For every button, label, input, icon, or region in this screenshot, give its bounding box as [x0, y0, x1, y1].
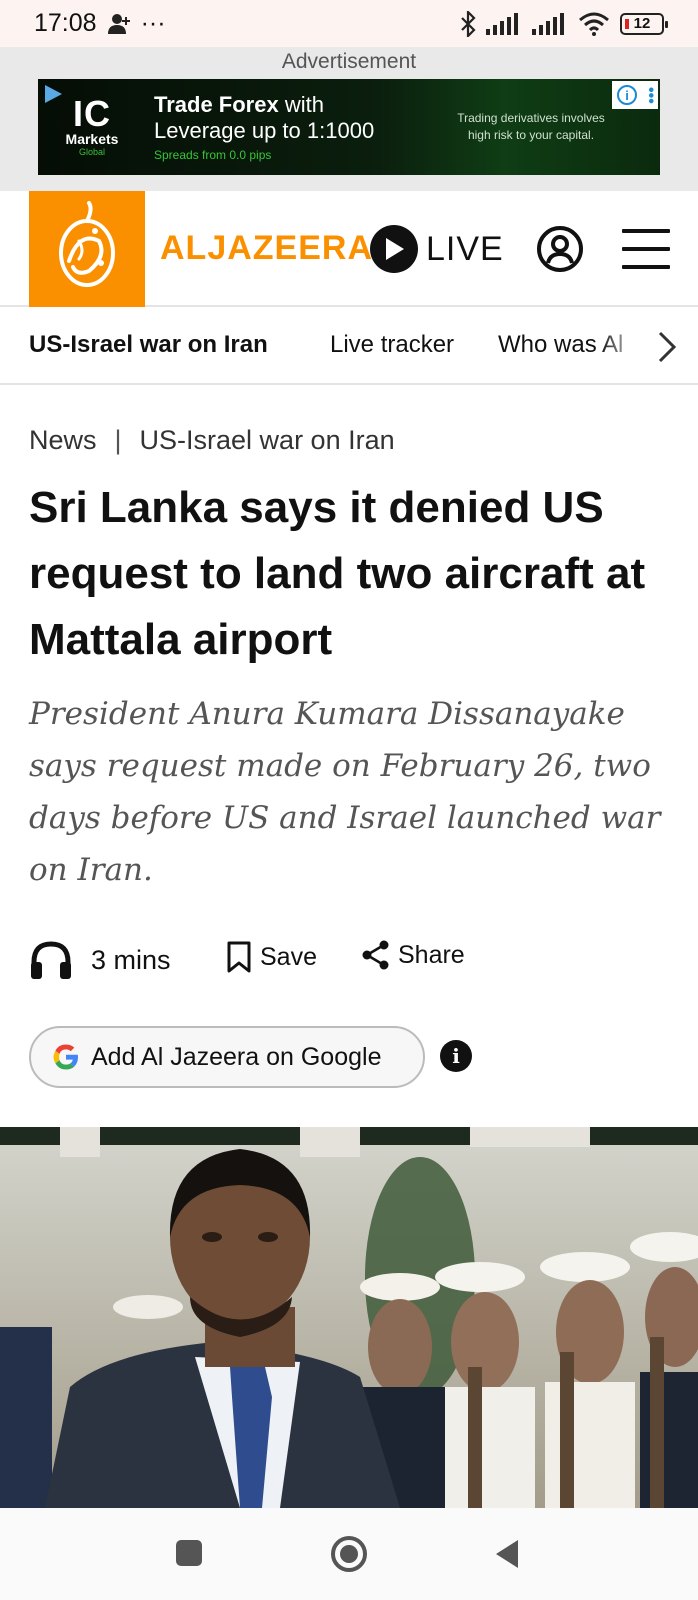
save-label: Save	[260, 942, 317, 971]
signal-icon	[486, 12, 518, 35]
article-hero-image[interactable]	[0, 1127, 698, 1508]
live-label: LIVE	[426, 229, 504, 268]
listen-duration: 3 mins	[91, 944, 171, 975]
system-nav-bar	[0, 1508, 698, 1600]
bookmark-icon	[227, 941, 251, 973]
ad-risk-warning: Trading derivatives involves high risk t…	[457, 111, 605, 142]
live-button[interactable]: LIVE	[370, 225, 504, 273]
topic-nav-item-live-tracker[interactable]: Live tracker	[330, 331, 454, 359]
ad-logo: IC Markets Global	[38, 79, 146, 175]
breadcrumb-topic[interactable]: US-Israel war on Iran	[140, 425, 395, 455]
battery-level: 12	[633, 15, 651, 32]
ad-area: Advertisement IC Markets Global Trade Fo…	[0, 47, 698, 191]
breadcrumb: News | US-Israel war on Iran	[29, 425, 395, 456]
ad-label: Advertisement	[281, 50, 417, 73]
bluetooth-icon	[461, 10, 476, 37]
home-icon[interactable]	[330, 1535, 368, 1573]
ad-banner[interactable]: IC Markets Global Trade Forex with Lever…	[38, 79, 660, 175]
breadcrumb-separator: |	[114, 425, 122, 455]
article-actions: 3 mins Save Share	[29, 940, 669, 990]
article-headline: Sri Lanka says it denied US request to l…	[29, 483, 646, 664]
brand-wordmark[interactable]: ALJAZEERA	[160, 229, 373, 268]
status-more: ···	[140, 9, 166, 37]
google-g-icon	[53, 1044, 78, 1070]
save-button[interactable]: Save	[226, 940, 317, 974]
ad-headline-bold: Trade Forex	[154, 92, 279, 117]
aljazeera-emblem-icon	[59, 201, 115, 287]
ad-info-controls[interactable]: i •••	[612, 81, 659, 109]
person-add-icon	[107, 13, 130, 34]
topic-nav: US-Israel war on Iran Live tracker Who w…	[0, 309, 698, 385]
headphones-icon	[31, 941, 71, 979]
status-bar: 17:08 ··· 12	[0, 0, 698, 47]
share-label: Share	[398, 940, 465, 969]
topic-nav-fade	[600, 309, 660, 383]
breadcrumb-category[interactable]: News	[29, 425, 97, 455]
site-header: ALJAZEERA LIVE	[0, 191, 698, 307]
ad-logo-ic: IC	[73, 93, 111, 134]
ad-logo-global: Global	[78, 147, 105, 157]
signal-icon-2	[532, 12, 564, 35]
ad-more-icon[interactable]: •••	[642, 87, 659, 104]
add-on-google-button[interactable]: Add Al Jazeera on Google	[29, 1026, 425, 1088]
share-button[interactable]: Share	[362, 940, 465, 970]
chevron-right-icon[interactable]	[652, 329, 682, 365]
listen-button[interactable]: 3 mins	[29, 940, 171, 980]
back-icon[interactable]	[492, 1538, 522, 1570]
ad-spreads: Spreads from 0.0 pips	[154, 148, 272, 162]
battery-icon: 12	[620, 12, 668, 35]
ad-info-icon[interactable]: i	[617, 85, 637, 105]
ad-leverage: Leverage up to 1:1000	[154, 118, 375, 143]
recents-icon[interactable]	[174, 1538, 204, 1568]
account-icon[interactable]	[536, 225, 584, 273]
ad-copy: Trade Forex with Leverage up to 1:1000 S…	[146, 92, 446, 162]
play-icon	[370, 225, 418, 273]
hero-photo-illustration	[0, 1127, 698, 1508]
add-on-google-label: Add Al Jazeera on Google	[91, 1042, 382, 1071]
article-standfirst: President Anura Kumara Dissanayake says …	[29, 696, 661, 888]
info-icon[interactable]: i	[440, 1040, 472, 1072]
ad-headline-rest: with	[278, 92, 324, 117]
aljazeera-logo[interactable]	[29, 191, 145, 307]
status-time: 17:08	[34, 9, 97, 37]
ad-logo-markets: Markets	[65, 131, 119, 147]
info-icon-glyph: i	[452, 1044, 460, 1068]
wifi-icon	[579, 12, 609, 36]
topic-nav-item-us-israel-war[interactable]: US-Israel war on Iran	[29, 331, 268, 359]
adchoices-icon	[45, 85, 62, 103]
share-icon	[362, 940, 389, 970]
hamburger-menu-icon[interactable]	[622, 229, 670, 269]
